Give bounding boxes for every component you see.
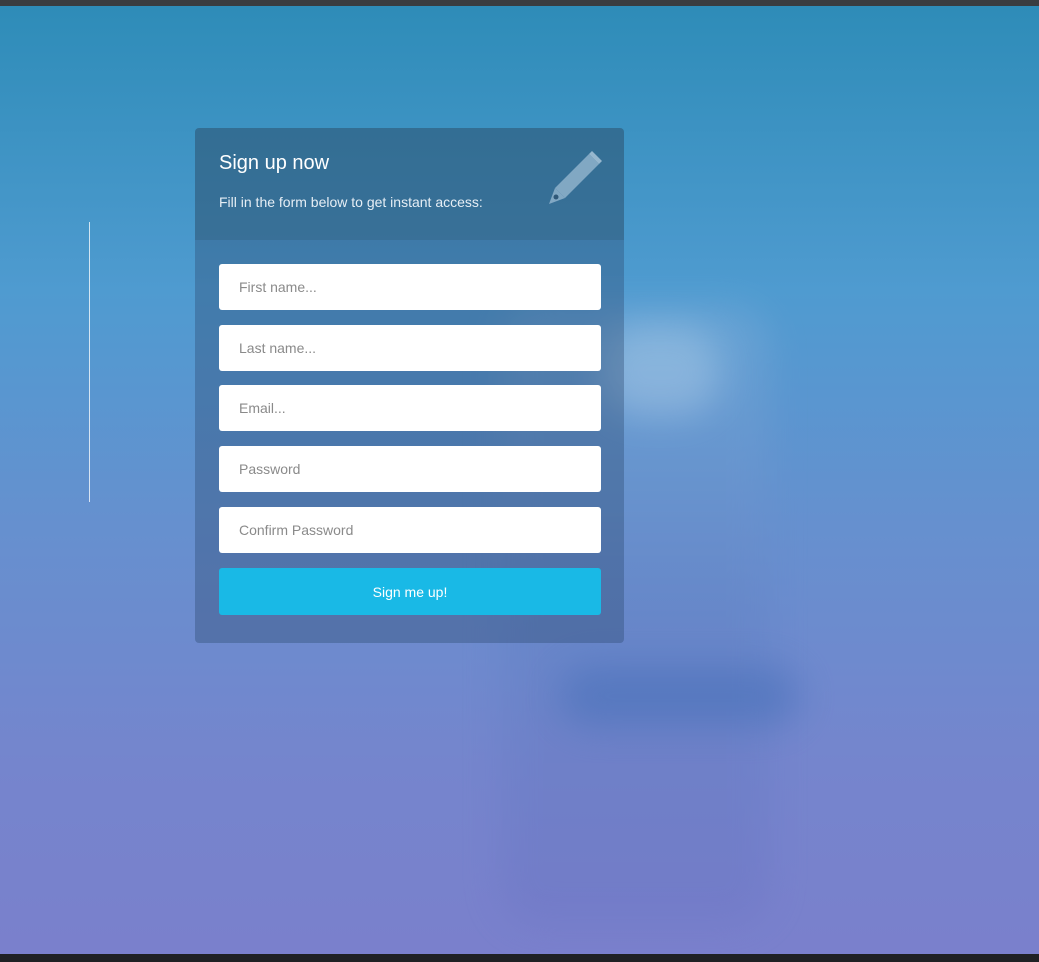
background-blur-shape xyxy=(560,666,800,726)
first-name-input[interactable] xyxy=(219,264,601,310)
signup-title: Sign up now xyxy=(219,152,330,174)
confirm-password-input[interactable] xyxy=(219,507,601,553)
signup-subtitle: Fill in the form below to get instant ac… xyxy=(219,194,483,210)
window-bottom-strip xyxy=(0,954,1039,962)
sign-me-up-button[interactable]: Sign me up! xyxy=(219,568,601,615)
password-input[interactable] xyxy=(219,446,601,492)
signup-card: Sign up now Fill in the form below to ge… xyxy=(195,128,624,643)
pencil-icon xyxy=(549,151,602,204)
hero-background: Sign up now Fill in the form below to ge… xyxy=(0,6,1039,954)
decorative-divider xyxy=(89,222,90,502)
signup-card-header: Sign up now Fill in the form below to ge… xyxy=(195,128,624,240)
email-input[interactable] xyxy=(219,385,601,431)
last-name-input[interactable] xyxy=(219,325,601,371)
